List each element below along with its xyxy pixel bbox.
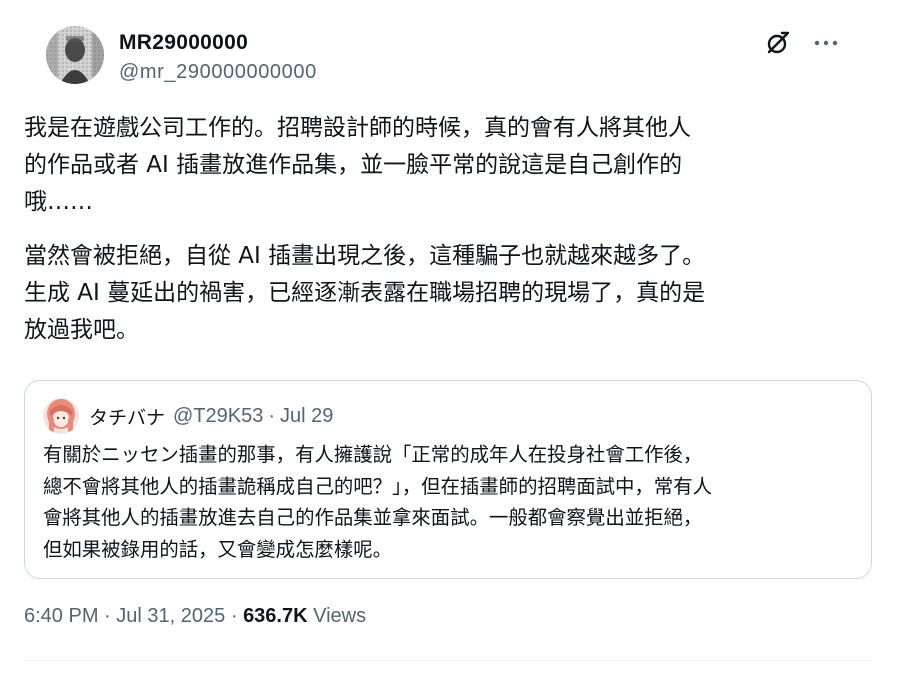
author-display-name[interactable]: MR29000000 xyxy=(119,29,317,57)
divider xyxy=(24,660,872,661)
quoted-author-avatar[interactable] xyxy=(43,398,79,434)
grok-icon[interactable] xyxy=(763,28,793,58)
author-avatar[interactable] xyxy=(46,26,104,84)
more-options-glyph xyxy=(814,40,838,46)
quoted-handle[interactable]: @T29K53 xyxy=(173,405,263,428)
tweet-detail: MR29000000 @mr_290000000000 我是在遊戲公司工作的。招… xyxy=(0,0,909,680)
grok-icon-glyph xyxy=(767,31,790,54)
tweet-header: MR29000000 @mr_290000000000 xyxy=(24,0,877,98)
quoted-display-name[interactable]: タチバナ xyxy=(89,403,165,430)
more-options-icon[interactable] xyxy=(811,28,841,58)
tweet-paragraph-2: 當然會被拒絕，自從 AI 插畫出現之後，這種騙子也就越來越多了。 生成 AI 蔓… xyxy=(24,243,706,343)
author-info: MR29000000 @mr_290000000000 xyxy=(119,29,317,85)
tweet-date[interactable]: Jul 31, 2025 xyxy=(116,605,225,627)
avatar-image xyxy=(46,26,104,84)
tweet-paragraph-1: 我是在遊戲公司工作的。招聘設計師的時候，真的會有人將其他人 的作品或者 AI 插… xyxy=(24,115,691,215)
tweet-text: 我是在遊戲公司工作的。招聘設計師的時候，真的會有人將其他人 的作品或者 AI 插… xyxy=(24,110,874,366)
views-label: Views xyxy=(313,605,367,627)
quoted-separator: · xyxy=(268,404,276,427)
tweet-metadata: 6:40 PM · Jul 31, 2025 · 636.7K Views xyxy=(24,605,366,628)
meta-separator-1: · xyxy=(104,605,111,627)
header-actions xyxy=(763,28,841,58)
author-handle[interactable]: @mr_290000000000 xyxy=(119,59,317,85)
meta-separator-2: · xyxy=(230,605,238,627)
tweet-time[interactable]: 6:40 PM xyxy=(24,605,98,627)
quoted-tweet-header: タチバナ @T29K53 · Jul 29 xyxy=(43,398,853,434)
quoted-tweet-card[interactable]: タチバナ @T29K53 · Jul 29 有關於ニッセン插畫的那事，有人擁護說… xyxy=(24,380,872,579)
quoted-avatar-image xyxy=(43,398,79,434)
quoted-tweet-text: 有關於ニッセン插畫的那事，有人擁護說「正常的成年人在投身社會工作後， 總不會將其… xyxy=(43,443,712,561)
quoted-date[interactable]: Jul 29 xyxy=(280,405,333,428)
views-count: 636.7K xyxy=(243,605,308,627)
